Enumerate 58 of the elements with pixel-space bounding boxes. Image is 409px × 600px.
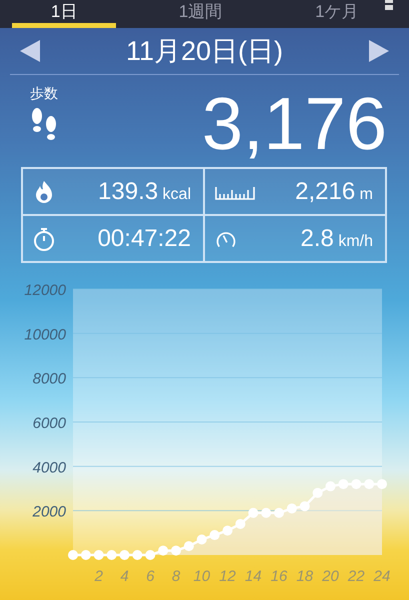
y-axis-label: 2000 — [32, 504, 66, 521]
date-label: 11月20日(日) — [126, 35, 284, 68]
x-axis-label: 14 — [244, 568, 262, 585]
stat-value: 2.8 km/h — [300, 224, 373, 252]
y-axis-label: 8000 — [32, 370, 66, 388]
data-point — [120, 550, 130, 560]
tab[interactable]: 1週間 — [148, 0, 253, 28]
data-point — [196, 534, 207, 544]
x-axis-label: 24 — [374, 568, 390, 585]
data-point — [364, 479, 374, 490]
x-axis-label: 20 — [322, 568, 339, 585]
data-point — [377, 479, 387, 490]
data-point — [248, 508, 258, 518]
x-axis-label: 10 — [193, 568, 210, 585]
x-axis-label: 16 — [270, 568, 288, 585]
data-point — [145, 550, 156, 560]
tab[interactable]: 1ケ月 — [284, 0, 389, 28]
data-point — [261, 508, 272, 518]
data-point — [132, 550, 142, 560]
stat-value: 139.3 kcal — [98, 178, 191, 206]
stat-value: 00:47:22 — [98, 224, 191, 252]
y-axis-label: 10000 — [24, 326, 66, 344]
x-axis-label: 2 — [94, 568, 103, 585]
menu-icon[interactable] — [385, 0, 393, 10]
data-point — [68, 550, 78, 560]
data-point — [300, 501, 310, 512]
data-point — [274, 508, 284, 518]
data-point — [184, 541, 194, 552]
data-point — [210, 530, 220, 540]
data-point — [338, 479, 348, 490]
data-point — [222, 526, 232, 536]
y-axis-label: 12000 — [24, 282, 66, 299]
x-axis-label: 6 — [146, 568, 154, 585]
y-axis-label: 6000 — [32, 415, 66, 432]
next-day-arrow[interactable] — [368, 40, 389, 62]
data-point — [171, 546, 181, 556]
data-point — [94, 550, 104, 560]
x-axis-label: 22 — [348, 568, 365, 585]
flame-icon — [33, 180, 55, 204]
y-axis-label: 4000 — [32, 459, 66, 476]
data-point — [312, 488, 323, 498]
x-axis-label: 18 — [296, 568, 314, 585]
x-axis-label: 12 — [219, 568, 236, 585]
data-point — [106, 550, 117, 560]
x-axis-label: 4 — [120, 568, 129, 585]
steps-label: 歩数 — [30, 85, 58, 103]
x-axis-label: 8 — [172, 568, 180, 585]
data-point — [235, 518, 246, 529]
stat-value: 2,216 m — [295, 178, 373, 206]
data-point — [80, 550, 91, 560]
data-point — [326, 481, 336, 492]
tab[interactable]: 1日 — [12, 0, 116, 28]
data-point — [286, 503, 297, 514]
data-point — [351, 479, 362, 490]
stopwatch-icon — [33, 226, 55, 250]
previous-day-arrow[interactable] — [20, 40, 40, 62]
data-point — [158, 546, 168, 556]
step-count: 3,176 — [202, 89, 387, 159]
